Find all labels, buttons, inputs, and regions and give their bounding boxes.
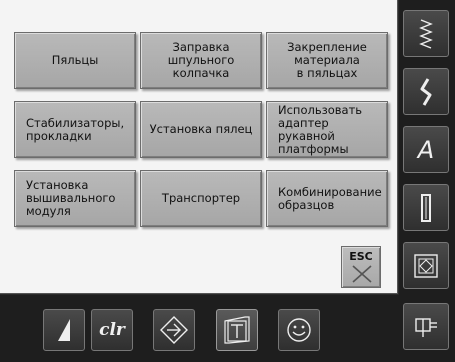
main-screen: Пяльцы Заправка шпульного колпачка Закре… xyxy=(0,0,398,294)
quilt-icon xyxy=(414,253,438,278)
alphabet-button[interactable]: A xyxy=(403,126,449,173)
tile-hoop-attaching[interactable]: Установка пялец xyxy=(140,101,262,158)
tile-bobbin-threading[interactable]: Заправка шпульного колпачка xyxy=(140,32,262,89)
quilt-button[interactable] xyxy=(403,242,449,289)
serpentine-stitch-icon xyxy=(420,77,432,106)
stitch-width-icon xyxy=(58,319,70,341)
tile-hoops[interactable]: Пяльцы xyxy=(14,32,136,89)
navigation-button[interactable] xyxy=(153,309,195,351)
navigation-icon xyxy=(160,316,188,344)
tile-fabric-hooping[interactable]: Закрепление материала в пяльцах xyxy=(266,32,388,89)
tile-feed-dog[interactable]: Транспортер xyxy=(140,170,262,227)
serpentine-stitch-button[interactable] xyxy=(403,68,449,115)
tile-embroidery-module[interactable]: Установка вышивального модуля xyxy=(14,170,136,227)
stitch-width-button[interactable] xyxy=(43,309,85,351)
zigzag-stitch-button[interactable] xyxy=(403,10,449,57)
esc-label: ESC xyxy=(349,250,373,263)
tile-combining-designs[interactable]: Комбинирование образцов xyxy=(266,170,388,227)
tile-stabilizers[interactable]: Стабилизаторы, прокладки xyxy=(14,101,136,158)
buttonhole-icon xyxy=(421,193,431,222)
presser-foot-icon xyxy=(415,317,437,337)
right-toolbar: A xyxy=(399,0,455,362)
presser-foot-button[interactable] xyxy=(403,303,449,350)
smiley-icon xyxy=(287,318,311,342)
close-icon xyxy=(352,265,372,283)
bottom-toolbar: clr xyxy=(0,295,399,362)
esc-button[interactable]: ESC xyxy=(341,246,381,288)
alphabet-icon: A xyxy=(417,135,435,164)
smiley-button[interactable] xyxy=(278,309,320,351)
clear-icon: clr xyxy=(99,320,125,340)
clear-button[interactable]: clr xyxy=(91,309,133,351)
tutorial-icon xyxy=(224,316,250,344)
tile-free-arm-adapter[interactable]: Использовать адаптер рукавной платформы xyxy=(266,101,388,158)
buttonhole-button[interactable] xyxy=(403,184,449,231)
zigzag-stitch-icon xyxy=(419,18,433,49)
tutorial-button[interactable] xyxy=(216,309,258,351)
